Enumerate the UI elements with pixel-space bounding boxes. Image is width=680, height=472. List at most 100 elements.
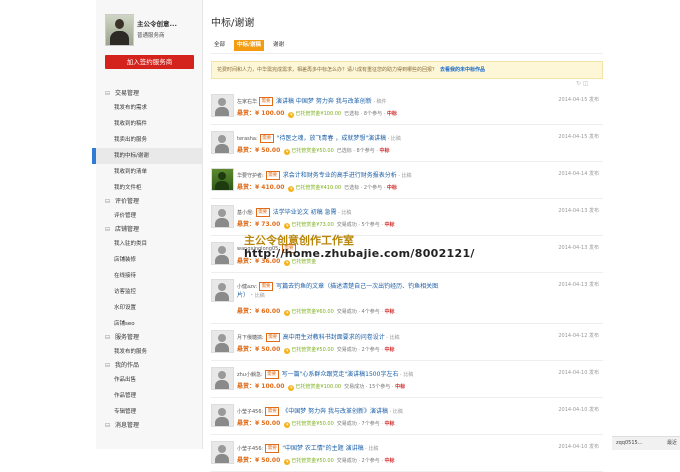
sidebar-item-received-list[interactable]: 我收到的清单 — [96, 164, 202, 180]
task-user[interactable]: terasha: — [237, 136, 258, 142]
tab-bid-won[interactable]: 中标/谢稿 — [234, 40, 265, 51]
task-row[interactable]: terasha: 需要 "待医之魂，放飞青春 ，成就梦想"演讲稿 · 比稿 悬赏：¥… — [211, 125, 603, 162]
task-meta: 悬赏：¥ 100.00 ¥ 已托管赏金¥100.00 交易成功 · 15个参与 · 中… — [237, 383, 406, 391]
nav-group-label: 评价管理 — [115, 198, 140, 205]
task-type: 比稿 — [403, 372, 414, 378]
task-badge: 需要 — [265, 407, 280, 416]
task-title[interactable]: 求会计和财务专业的高手进行财务报表分析 — [283, 172, 397, 179]
tray-user[interactable]: zqq0515... — [612, 440, 642, 446]
refresh-icon[interactable]: ↻ ◫ — [576, 80, 589, 87]
task-result: 中标 — [384, 421, 395, 427]
task-deposit: 已托管赏金¥50.00 — [291, 148, 334, 154]
coin-icon: ¥ — [284, 223, 291, 229]
notice-link[interactable]: 去看我的未中标作品 — [440, 67, 485, 73]
task-badge: 需要 — [259, 97, 274, 106]
task-row[interactable]: 小莹子456: 需要 《中国梦 努力奔 我与改革创新》演讲稿 · 比稿 悬赏：¥ 5… — [211, 398, 603, 435]
task-row[interactable]: 小健azv: 需要 写篇去钓鱼的文章（描述清楚自己一次出钓经历、钓鱼相关图 片） ·… — [211, 273, 603, 324]
sidebar-item-sold-services[interactable]: 我卖出的服务 — [96, 132, 202, 148]
collapse-icon: ⊟ — [105, 334, 111, 341]
notice-text: 花费时间和人力，中华需完成需求，相差再多中标怎么办？请八成有重征您的助力得到哪些… — [217, 67, 438, 73]
tray-recent[interactable]: 最近 — [667, 437, 677, 450]
sidebar-item-works-manage[interactable]: 作品管理 — [96, 388, 202, 404]
nav-group-works[interactable]: ⊟ 我的作品 — [96, 360, 202, 372]
task-row[interactable]: 左家右华 需要 演讲稿 中国梦 努力奔 我与改革创新 · 稿件 悬赏：¥ 100.0… — [211, 88, 603, 125]
task-deposit: 已托管赏金¥60.00 — [291, 309, 334, 315]
profile-name[interactable]: 主公令创意... — [137, 18, 177, 28]
avatar[interactable] — [211, 168, 234, 191]
tab-thanks[interactable]: 谢谢 — [270, 40, 287, 51]
coin-icon: ¥ — [288, 112, 295, 118]
nav-group-messages[interactable]: ⊟ 消息管理 — [96, 420, 202, 432]
task-date: 2014-04-14 发布 — [558, 171, 599, 177]
task-count: 8个参与 — [363, 111, 383, 117]
sidebar-item-shop-seo[interactable]: 店铺seo — [96, 316, 202, 332]
avatar[interactable] — [105, 14, 134, 46]
task-title[interactable]: 写篇去钓鱼的文章（描述清楚自己一次出钓经历、钓鱼相关图 — [276, 283, 438, 290]
task-user[interactable]: 华要守护者: — [237, 173, 264, 179]
task-row[interactable]: zhu小躺急: 需要 写一篇"心系群众跟党走"演讲稿1500字左右 · 比稿 悬赏：… — [211, 361, 603, 398]
profile-card: 主公令创意... 普通服务商 — [105, 14, 197, 48]
coin-icon: ¥ — [284, 348, 291, 354]
task-user[interactable]: 小莹子456: — [237, 409, 263, 415]
sidebar-item-published-services[interactable]: 我发布的服务 — [96, 344, 202, 360]
avatar[interactable] — [211, 94, 234, 117]
avatar[interactable] — [211, 279, 234, 302]
sidebar-item-watermark[interactable]: 水印设置 — [96, 300, 202, 316]
task-list: 左家右华 需要 演讲稿 中国梦 努力奔 我与改革创新 · 稿件 悬赏：¥ 100.0… — [211, 88, 603, 472]
sidebar-item-my-demands[interactable]: 我发布的需求 — [96, 100, 202, 116]
sidebar-item-album-manage[interactable]: 专辑管理 — [96, 404, 202, 420]
task-title-line2[interactable]: 片） — [237, 292, 249, 299]
nav-group-label: 我的作品 — [115, 362, 140, 369]
task-title[interactable]: 高中用生对教科书封面要求的问卷设计 — [283, 334, 385, 341]
task-row-header: 小莹子456: 需要 "中国梦 农工情"的主题 演讲稿 · 比稿 — [237, 444, 379, 453]
avatar[interactable] — [211, 367, 234, 390]
tab-all[interactable]: 全部 — [211, 40, 228, 51]
sidebar-item-received-drafts[interactable]: 我收到的稿件 — [96, 116, 202, 132]
task-result: 中标 — [384, 458, 395, 464]
nav-group-trade[interactable]: ⊟ 交易管理 — [96, 88, 202, 100]
task-user[interactable]: 小莹子456: — [237, 446, 263, 452]
sidebar-item-file-cabinet[interactable]: 我的文件柜 — [96, 180, 202, 196]
task-price: 悬赏：¥ 100.00 — [237, 110, 285, 117]
task-user[interactable]: 基小煜: — [237, 210, 254, 216]
sidebar-item-visitor-monitor[interactable]: 访客监控 — [96, 284, 202, 300]
avatar[interactable] — [211, 205, 234, 228]
nav-group-services[interactable]: ⊟ 服务管理 — [96, 332, 202, 344]
task-badge: 需要 — [264, 370, 279, 379]
task-title[interactable]: 写一篇"心系群众跟党走"演讲稿1500字左右 — [282, 371, 399, 378]
task-row[interactable]: 基小煜: 需要 法学毕业论文 初稿 急需 · 比稿 悬赏：¥ 73.00 ¥ 已托管赏金… — [211, 199, 603, 236]
task-row[interactable]: 小莹子456: 需要 "中国梦 农工情"的主题 演讲稿 · 比稿 悬赏：¥ 50.0… — [211, 435, 603, 472]
task-title[interactable]: 演讲稿 中国梦 努力奔 我与改革创新 — [276, 98, 372, 105]
task-title[interactable]: "待医之魂，放飞青春 ，成就梦想"演讲稿 — [277, 135, 386, 142]
join-signed-provider-button[interactable]: 加入签约服务商 — [105, 55, 194, 69]
avatar[interactable] — [211, 404, 234, 427]
sidebar-item-shop-decor[interactable]: 店铺装修 — [96, 252, 202, 268]
task-result: 中标 — [379, 148, 390, 154]
task-user[interactable]: 左家右华 — [237, 99, 257, 105]
avatar[interactable] — [211, 242, 234, 265]
nav-group-label: 交易管理 — [115, 90, 140, 97]
sidebar-item-works-sale[interactable]: 作品出售 — [96, 372, 202, 388]
task-row[interactable]: 月下俄糖搞: 需要 高中用生对教科书封面要求的问卷设计 · 比稿 悬赏：¥ 50.0… — [211, 324, 603, 361]
task-status: 交易成功 — [336, 421, 357, 427]
task-user[interactable]: 月下俄糖搞: — [237, 335, 264, 341]
task-user[interactable]: zhu小躺急: — [237, 372, 263, 378]
nav-group-reviews[interactable]: ⊟ 评价管理 — [96, 196, 202, 208]
avatar[interactable] — [211, 441, 234, 464]
avatar[interactable] — [211, 330, 234, 353]
task-date: 2014-04-13 发布 — [558, 208, 599, 214]
task-count: 2个参与 — [361, 458, 380, 464]
sidebar-item-my-bids[interactable]: 我的中标/谢谢 — [92, 148, 202, 164]
sidebar-item-categories[interactable]: 我入驻的类目 — [96, 236, 202, 252]
task-row[interactable]: 华要守护者: 需要 求会计和财务专业的高手进行财务报表分析 · 比稿 悬赏：¥ 41… — [211, 162, 603, 199]
sidebar-item-reviews[interactable]: 评价管理 — [96, 208, 202, 224]
task-title[interactable]: 《中国梦 努力奔 我与改革创新》演讲稿 — [282, 408, 388, 415]
avatar[interactable] — [211, 131, 234, 154]
task-title[interactable]: 法学毕业论文 初稿 急需 — [273, 209, 337, 216]
task-title-continued[interactable]: 片） · 比稿 — [237, 290, 477, 299]
task-type: 比稿 — [254, 293, 265, 299]
nav-group-shop[interactable]: ⊟ 店铺管理 — [96, 224, 202, 236]
task-meta: 悬赏：¥ 410.00 ¥ 已托管赏金¥410.00 已选标 · 2个参与 · 中标 — [237, 184, 397, 192]
sidebar-item-online-reception[interactable]: 在线接待 — [96, 268, 202, 284]
task-type: 比稿 — [389, 335, 400, 341]
